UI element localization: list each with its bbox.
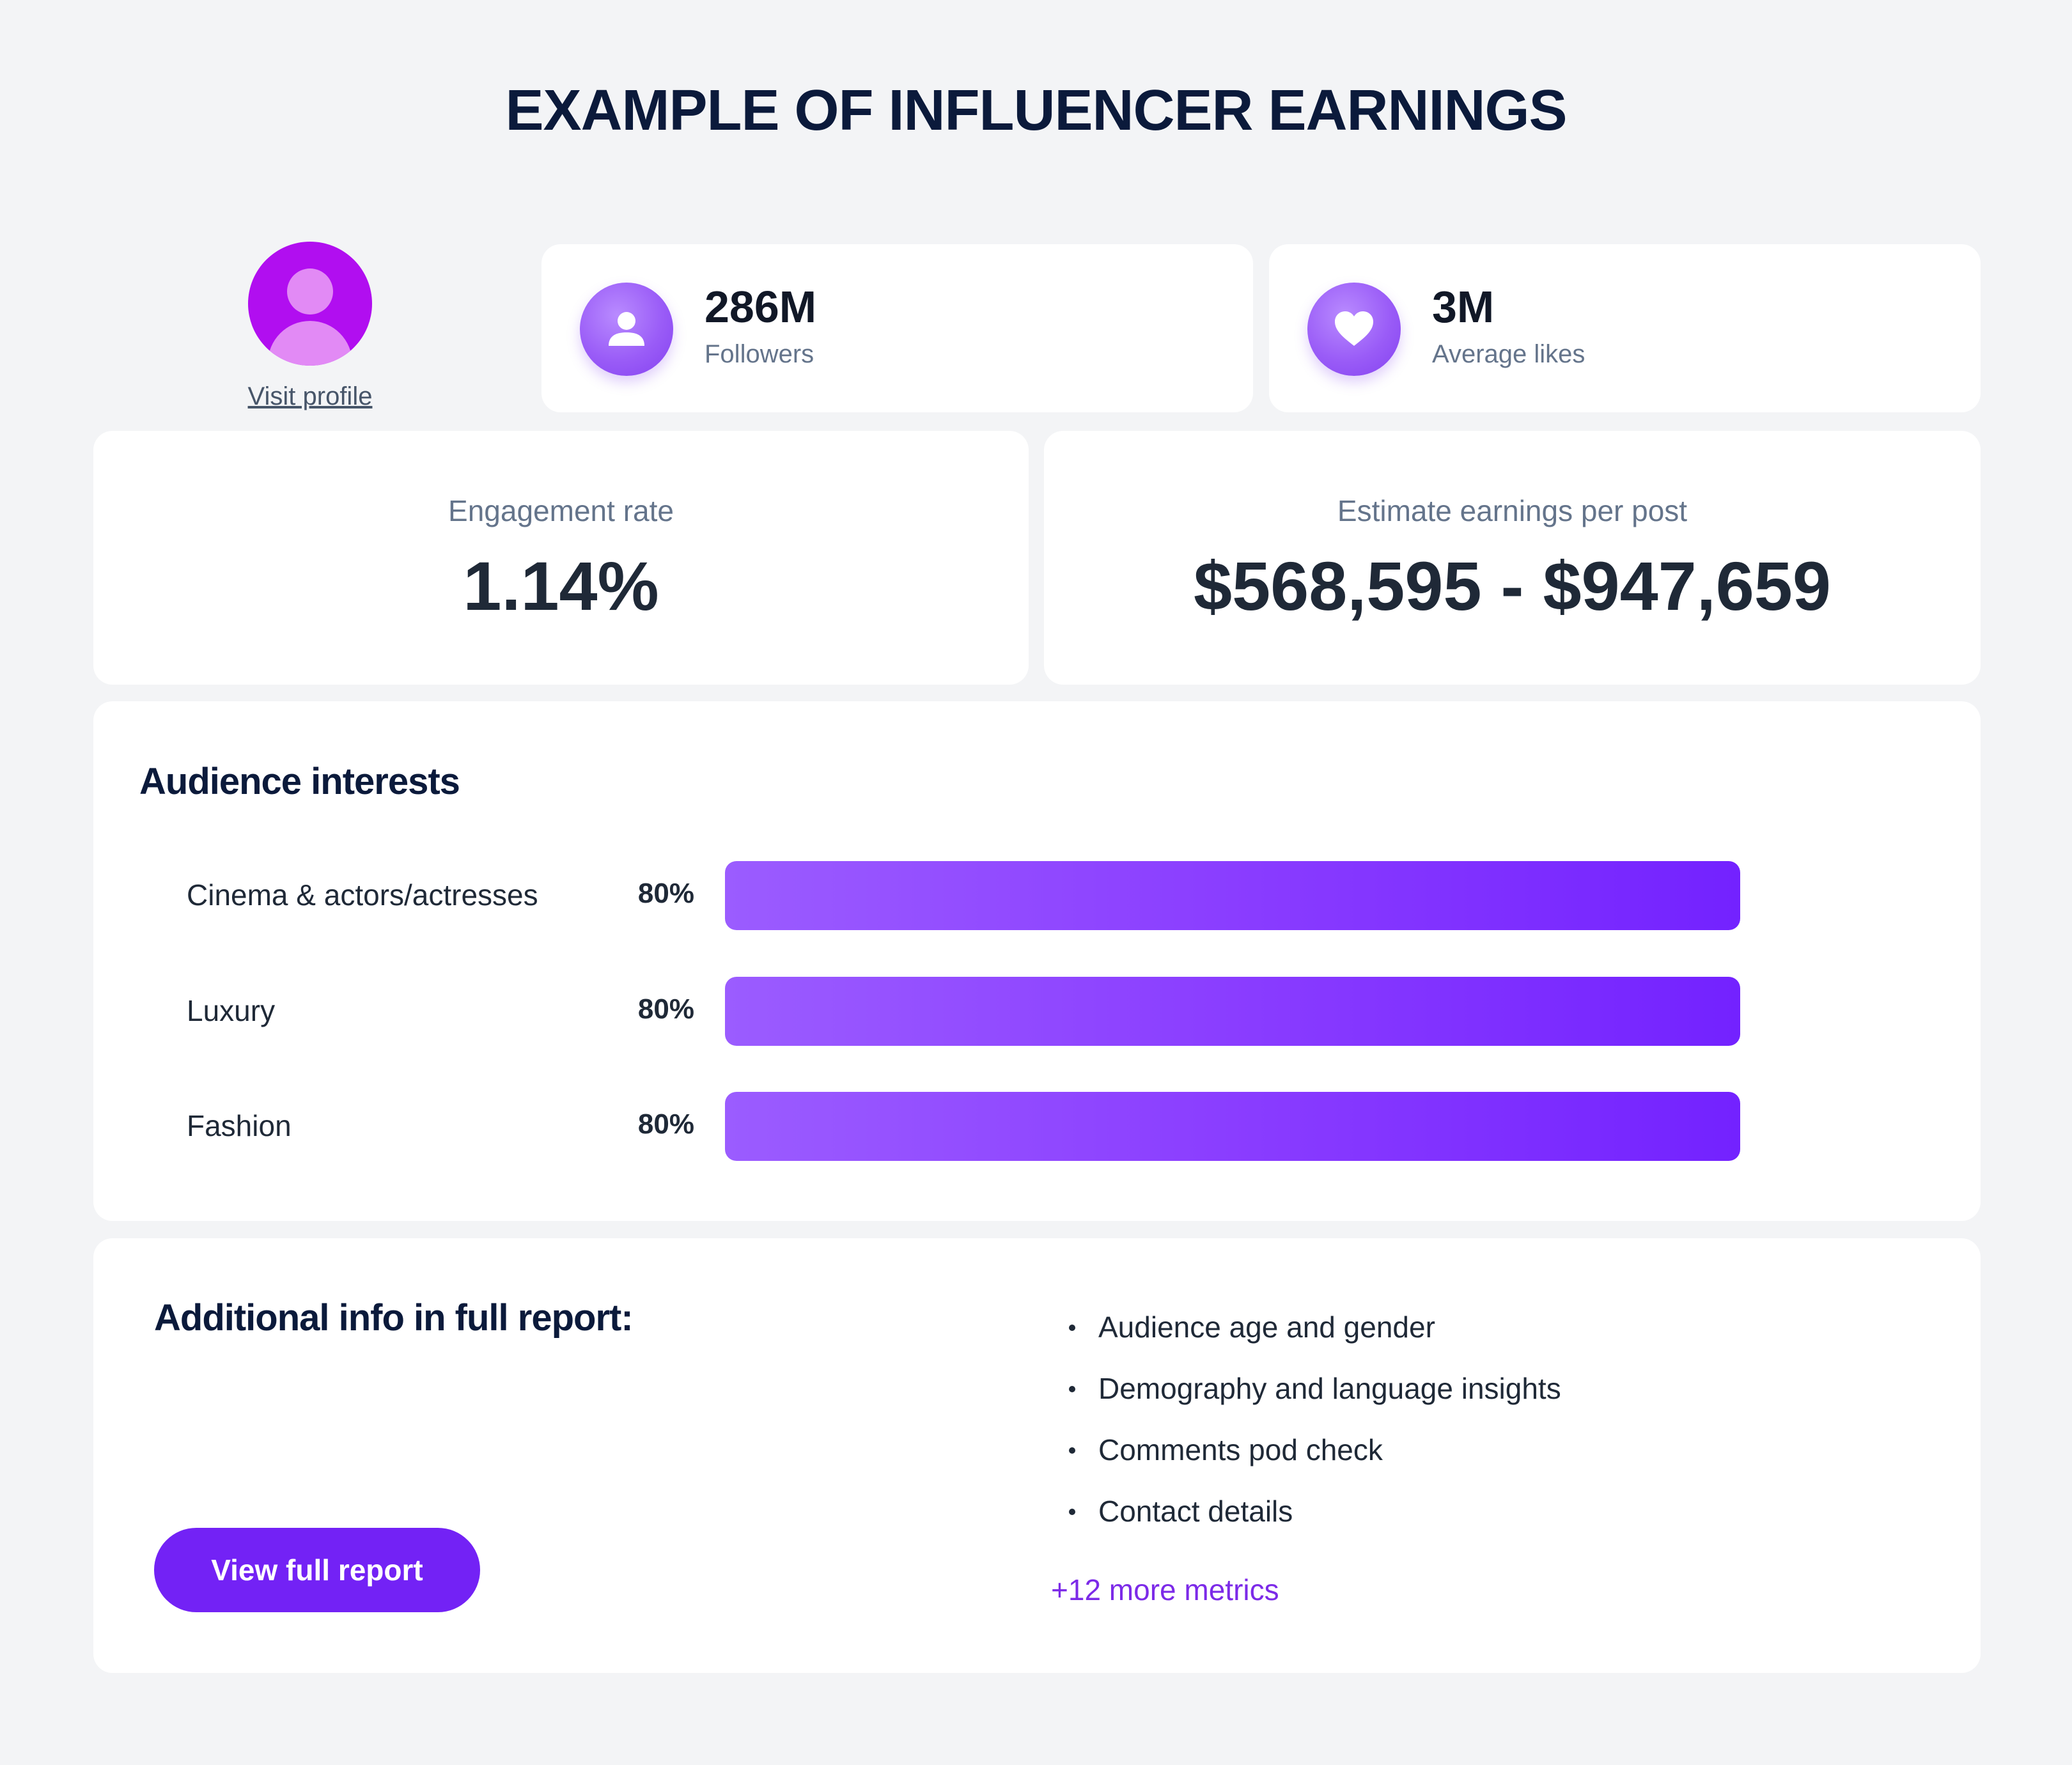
- average-likes-label: Average likes: [1432, 340, 1585, 368]
- view-full-report-button[interactable]: View full report: [154, 1528, 480, 1612]
- interest-bar: [725, 861, 1740, 930]
- additional-info-title: Additional info in full report:: [154, 1297, 634, 1339]
- earnings-card: Estimate earnings per post $568,595 - $9…: [1044, 431, 1981, 685]
- interest-name: Luxury: [187, 994, 276, 1027]
- visit-profile-link[interactable]: Visit profile: [246, 382, 374, 411]
- avatar-head: [287, 268, 333, 315]
- user-avatar-icon[interactable]: [248, 242, 372, 366]
- list-item: Comments pod check: [1069, 1427, 1561, 1488]
- page: EXAMPLE OF INFLUENCER EARNINGS Visit pro…: [0, 0, 2072, 1765]
- interest-row: Luxury 80%: [93, 977, 1981, 1046]
- list-item: Demography and language insights: [1069, 1365, 1561, 1427]
- interest-percent: 80%: [637, 878, 694, 909]
- user-icon: [580, 283, 673, 376]
- interest-bar: [725, 1092, 1740, 1161]
- engagement-value: 1.14%: [463, 547, 659, 625]
- interest-row: Cinema & actors/actresses 80%: [93, 861, 1981, 930]
- average-likes-value: 3M: [1432, 282, 1495, 332]
- avatar-body: [268, 321, 352, 366]
- audience-interests-card: Audience interests Cinema & actors/actre…: [93, 701, 1981, 1221]
- interest-bar-fill: [725, 977, 1740, 1046]
- interest-bar-fill: [725, 1092, 1740, 1161]
- interest-name: Cinema & actors/actresses: [187, 878, 538, 912]
- additional-info-list: Audience age and gender Demography and l…: [1069, 1304, 1561, 1550]
- interest-name: Fashion: [187, 1109, 292, 1142]
- interest-bar-fill: [725, 861, 1740, 930]
- engagement-label: Engagement rate: [448, 494, 674, 527]
- average-likes-card: 3M Average likes: [1269, 244, 1981, 412]
- earnings-value: $568,595 - $947,659: [1194, 547, 1831, 625]
- followers-card: 286M Followers: [541, 244, 1253, 412]
- earnings-label: Estimate earnings per post: [1337, 494, 1688, 527]
- interest-percent: 80%: [637, 1108, 694, 1140]
- followers-label: Followers: [705, 340, 814, 368]
- interest-bar: [725, 977, 1740, 1046]
- interest-row: Fashion 80%: [93, 1092, 1981, 1161]
- heart-icon: [1307, 283, 1401, 376]
- engagement-card: Engagement rate 1.14%: [93, 431, 1029, 685]
- profile: Visit profile: [246, 242, 374, 411]
- audience-interests-title: Audience interests: [139, 761, 460, 802]
- list-item: Audience age and gender: [1069, 1304, 1561, 1365]
- more-metrics-link[interactable]: +12 more metrics: [1051, 1573, 1279, 1607]
- page-title: EXAMPLE OF INFLUENCER EARNINGS: [505, 79, 1567, 143]
- followers-value: 286M: [705, 282, 817, 332]
- interest-percent: 80%: [637, 993, 694, 1025]
- list-item: Contact details: [1069, 1488, 1561, 1550]
